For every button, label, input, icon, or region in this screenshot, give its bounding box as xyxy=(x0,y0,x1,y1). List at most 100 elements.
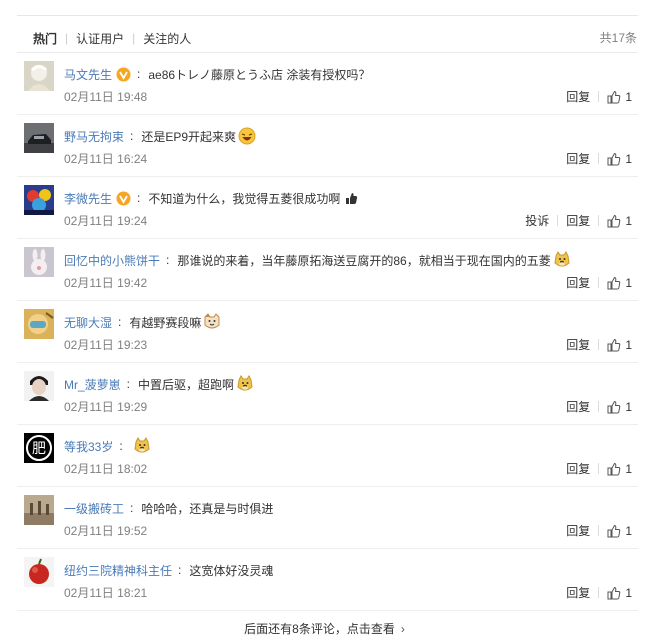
svg-text:肥: 肥 xyxy=(32,441,46,457)
like-button[interactable]: 1 xyxy=(607,90,632,104)
comment-list: 马文先生 : ae86トレノ藤原とうふ店 涂装有授权吗？ 02月11日 19:4… xyxy=(17,53,638,611)
reply-button[interactable]: 回复 xyxy=(566,522,590,539)
reply-button[interactable]: 回复 xyxy=(566,274,590,291)
tab-separator: | xyxy=(65,31,69,45)
comment-text: ae86トレノ藤原とうふ店 涂装有授权吗？ xyxy=(148,67,371,82)
like-count: 1 xyxy=(625,275,632,290)
comment-text: 哈哈哈，还真是与时俱进 xyxy=(141,501,274,516)
comment-actions: 回复 1 xyxy=(566,460,632,477)
reply-button[interactable]: 回复 xyxy=(566,336,590,353)
comment-timestamp: 02月11日 18:21 xyxy=(64,586,148,600)
comment-timestamp: 02月11日 19:24 xyxy=(64,214,148,228)
like-button[interactable]: 1 xyxy=(607,214,632,228)
workers-photo-avatar[interactable] xyxy=(24,495,54,525)
top-divider xyxy=(17,15,638,16)
comment-actions: 回复 1 xyxy=(566,584,632,601)
doge-icon xyxy=(553,251,571,269)
report-button[interactable]: 投诉 xyxy=(525,212,549,229)
comment-filter-tabs: 热门 | 认证用户 | 关注的人 xyxy=(33,29,191,47)
comment-text: 那谁说的来着，当年藤原拓海送豆腐开的86，就相当于现在国内的五菱 xyxy=(177,253,551,268)
red-apple-avatar[interactable] xyxy=(24,557,54,587)
reply-button[interactable]: 回复 xyxy=(566,212,590,229)
reply-button[interactable]: 回复 xyxy=(566,398,590,415)
like-button[interactable]: 1 xyxy=(607,152,632,166)
comment-actions: 投诉 回复 1 xyxy=(525,212,632,229)
tab-following[interactable]: 关注的人 xyxy=(143,30,191,47)
reply-button[interactable]: 回复 xyxy=(566,150,590,167)
separator-colon: : xyxy=(166,253,170,267)
comment-item: 一级搬砖工 : 哈哈哈，还真是与时俱进 02月11日 19:52 回复 1 xyxy=(17,487,638,549)
username-link[interactable]: 纽约三院精神科主任 xyxy=(64,562,172,579)
separator-colon: : xyxy=(137,67,141,81)
username-link[interactable]: 回忆中的小熊饼干 xyxy=(64,252,160,269)
username-link[interactable]: 一级搬砖工 xyxy=(64,500,124,517)
comment-text: 这宽体好没灵魂 xyxy=(189,563,274,578)
like-button[interactable]: 1 xyxy=(607,586,632,600)
action-divider xyxy=(557,215,559,226)
username-link[interactable]: 李微先生 xyxy=(64,190,112,207)
action-divider xyxy=(598,587,600,598)
reply-button[interactable]: 回复 xyxy=(566,88,590,105)
like-button[interactable]: 1 xyxy=(607,276,632,290)
tab-separator: | xyxy=(132,31,136,45)
thumbs-up-icon xyxy=(607,524,625,538)
like-count: 1 xyxy=(625,337,632,352)
car-photo-avatar[interactable] xyxy=(24,123,54,153)
separator-colon: : xyxy=(178,563,182,577)
comment-text: 不知道为什么，我觉得五菱很成功啊 xyxy=(148,191,341,206)
comment-item: 马文先生 : ae86トレノ藤原とうふ店 涂装有授权吗？ 02月11日 19:4… xyxy=(17,53,638,115)
tab-verified-users[interactable]: 认证用户 xyxy=(76,30,124,47)
username-link[interactable]: 等我33岁 xyxy=(64,438,113,455)
separator-colon: : xyxy=(130,501,134,515)
action-divider xyxy=(598,339,600,350)
comment-actions: 回复 1 xyxy=(566,398,632,415)
thumbs-up-icon xyxy=(607,400,625,414)
comment-item: 回忆中的小熊饼干 : 那谁说的来着，当年藤原拓海送豆腐开的86，就相当于现在国内… xyxy=(17,239,638,301)
like-count: 1 xyxy=(625,151,632,166)
anime-group-avatar[interactable] xyxy=(24,185,54,215)
thumbs-up-icon xyxy=(607,152,625,166)
man-portrait-avatar[interactable] xyxy=(24,371,54,401)
cat-face-icon xyxy=(203,313,221,331)
comment-timestamp: 02月11日 19:48 xyxy=(64,90,148,104)
white-haired-figure-avatar[interactable] xyxy=(24,61,54,91)
comment-timestamp: 02月11日 19:29 xyxy=(64,400,148,414)
like-count: 1 xyxy=(625,213,632,228)
laughing-face-icon xyxy=(238,127,256,145)
doge-icon xyxy=(236,375,254,393)
separator-colon: : xyxy=(137,191,141,205)
masked-cartoon-avatar[interactable] xyxy=(24,309,54,339)
comment-item: 野马无拘束 : 还是EP9开起来爽 02月11日 16:24 回复 1 xyxy=(17,115,638,177)
like-button[interactable]: 1 xyxy=(607,400,632,414)
like-count: 1 xyxy=(625,585,632,600)
verified-badge-icon xyxy=(116,191,131,206)
like-button[interactable]: 1 xyxy=(607,462,632,476)
thumb-up-small-icon xyxy=(342,189,360,207)
action-divider xyxy=(598,91,600,102)
fei-character-avatar[interactable]: 肥 xyxy=(24,433,54,463)
like-button[interactable]: 1 xyxy=(607,524,632,538)
like-count: 1 xyxy=(625,461,632,476)
username-link[interactable]: 无聊大湿 xyxy=(64,314,112,331)
like-count: 1 xyxy=(625,89,632,104)
username-link[interactable]: Mr_菠萝崽 xyxy=(64,376,121,393)
comment-text: 还是EP9开起来爽 xyxy=(141,129,237,144)
white-rabbit-avatar[interactable] xyxy=(24,247,54,277)
action-divider xyxy=(598,153,600,164)
reply-button[interactable]: 回复 xyxy=(566,584,590,601)
thumbs-up-icon xyxy=(607,214,625,228)
comment-timestamp: 02月11日 16:24 xyxy=(64,152,148,166)
comment-actions: 回复 1 xyxy=(566,274,632,291)
load-more-link[interactable]: 后面还有8条评论，点击查看 xyxy=(244,622,395,636)
comment-actions: 回复 1 xyxy=(566,336,632,353)
reply-button[interactable]: 回复 xyxy=(566,460,590,477)
chevron-right-icon[interactable]: › xyxy=(401,622,405,636)
thumbs-up-icon xyxy=(607,462,625,476)
like-count: 1 xyxy=(625,523,632,538)
tab-hot[interactable]: 热门 xyxy=(33,30,57,47)
username-link[interactable]: 马文先生 xyxy=(64,66,112,83)
comment-count: 共17条 xyxy=(599,31,637,45)
username-link[interactable]: 野马无拘束 xyxy=(64,128,124,145)
like-button[interactable]: 1 xyxy=(607,338,632,352)
comment-item: 李微先生 : 不知道为什么，我觉得五菱很成功啊 02月11日 19:24 投诉 … xyxy=(17,177,638,239)
